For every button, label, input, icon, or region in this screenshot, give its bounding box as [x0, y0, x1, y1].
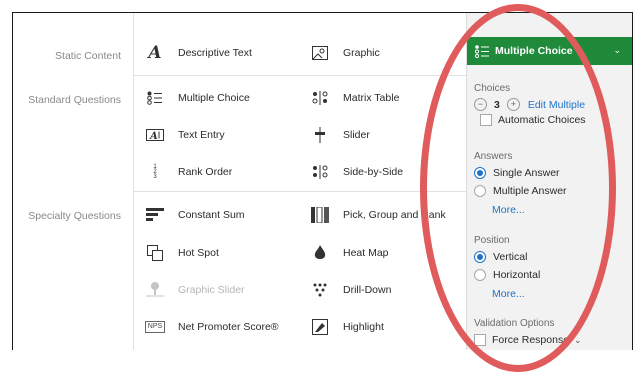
slider-icon: [309, 126, 331, 144]
question-type-dropdown[interactable]: Multiple Choice ⌄: [467, 37, 632, 65]
radio-selected[interactable]: [474, 167, 486, 179]
drill-down-icon: [309, 281, 331, 299]
hot-spot-icon: [144, 244, 166, 262]
nps-icon: NPS: [144, 318, 166, 336]
question-type-highlight[interactable]: Highlight: [309, 317, 384, 337]
question-type-side-by-side[interactable]: Side-by-Side: [309, 162, 403, 182]
question-options-panel: Multiple Choice ⌄ Choices − 3 + Edit Mul…: [466, 13, 632, 350]
horizontal-radio[interactable]: Horizontal: [474, 269, 540, 281]
checkbox[interactable]: [474, 334, 486, 346]
question-type-heat-map[interactable]: Heat Map: [309, 243, 389, 263]
radio-unselected[interactable]: [474, 269, 486, 281]
radio-selected[interactable]: [474, 251, 486, 263]
question-type-matrix-table[interactable]: Matrix Table: [309, 88, 399, 108]
question-type-constant-sum[interactable]: Constant Sum: [144, 205, 245, 225]
category-static-content: Static Content: [55, 50, 121, 62]
graphic-icon: [309, 44, 331, 62]
force-response-checkbox[interactable]: Force Response ⌄: [474, 334, 582, 346]
pick-group-rank-icon: [309, 206, 331, 224]
question-type-net-promoter-score[interactable]: NPS Net Promoter Score®: [144, 317, 279, 337]
descriptive-text-icon: A: [148, 43, 162, 63]
automatic-choices-checkbox[interactable]: Automatic Choices: [480, 114, 586, 126]
question-type-dialog: Static Content Standard Questions Specia…: [12, 12, 633, 350]
question-type-descriptive-text[interactable]: A Descriptive Text: [144, 43, 252, 63]
constant-sum-icon: [144, 206, 166, 224]
answers-heading: Answers: [474, 151, 513, 162]
section-divider: [134, 75, 466, 76]
text-entry-icon: A: [144, 126, 166, 144]
multiple-choice-icon: [475, 44, 489, 58]
minus-icon[interactable]: −: [474, 98, 487, 111]
plus-icon[interactable]: +: [506, 98, 520, 111]
single-answer-radio[interactable]: Single Answer: [474, 167, 560, 179]
question-type-text-entry[interactable]: A Text Entry: [144, 125, 225, 145]
position-heading: Position: [474, 235, 510, 246]
svg-text:A: A: [149, 131, 158, 142]
question-type-multiple-choice[interactable]: Multiple Choice: [144, 88, 250, 108]
radio-unselected[interactable]: [474, 185, 486, 197]
question-type-rank-order[interactable]: 123 Rank Order: [144, 162, 232, 182]
vertical-radio[interactable]: Vertical: [474, 251, 527, 263]
multiple-answer-radio[interactable]: Multiple Answer: [474, 185, 567, 197]
position-more-link[interactable]: More...: [492, 288, 525, 300]
chevron-down-icon: ⌄: [613, 45, 621, 55]
heat-map-icon: [309, 244, 331, 262]
choice-count: 3: [494, 98, 500, 111]
checkbox[interactable]: [480, 114, 492, 126]
section-divider: [134, 191, 466, 192]
question-type-slider[interactable]: Slider: [309, 125, 370, 145]
question-type-graphic-slider[interactable]: Graphic Slider: [144, 280, 245, 300]
edit-multiple-link[interactable]: Edit Multiple: [528, 99, 585, 111]
chevron-down-icon: ⌄: [574, 334, 582, 345]
question-type-hot-spot[interactable]: Hot Spot: [144, 243, 219, 263]
question-type-drill-down[interactable]: Drill-Down: [309, 280, 391, 300]
choices-heading: Choices: [474, 83, 511, 94]
category-specialty-questions: Specialty Questions: [28, 210, 121, 222]
category-standard-questions: Standard Questions: [28, 94, 121, 106]
choices-stepper: − 3 + Edit Multiple: [474, 98, 585, 111]
column-divider: [133, 13, 134, 350]
matrix-table-icon: [309, 89, 331, 107]
question-type-pick-group-rank[interactable]: Pick, Group and Rank: [309, 205, 446, 225]
question-type-graphic[interactable]: Graphic: [309, 43, 380, 63]
validation-options-heading: Validation Options: [474, 318, 555, 329]
graphic-slider-icon: [144, 281, 166, 299]
highlight-icon: [309, 318, 331, 336]
multiple-choice-icon: [144, 89, 166, 107]
answers-more-link[interactable]: More...: [492, 204, 525, 216]
rank-order-icon: 123: [153, 163, 157, 180]
side-by-side-icon: [309, 163, 331, 181]
